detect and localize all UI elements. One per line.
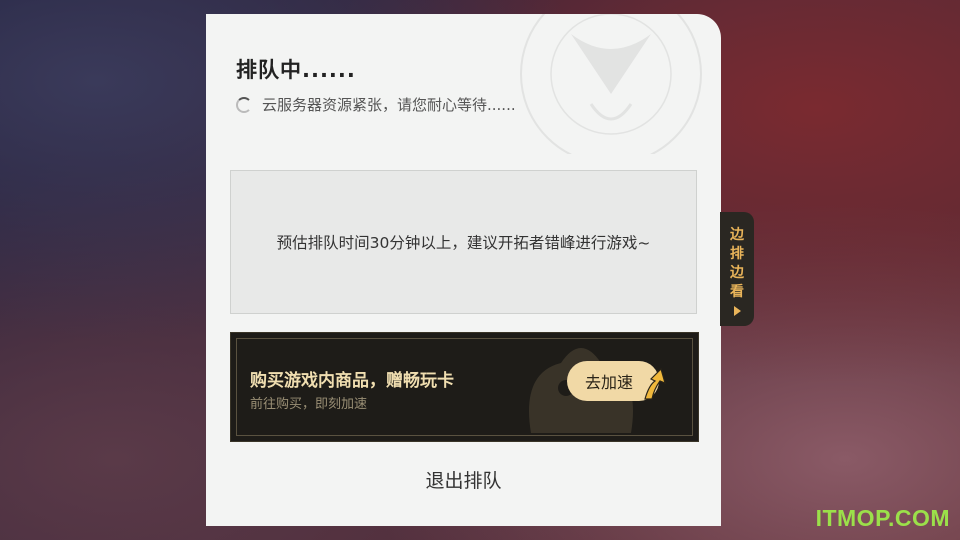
- estimate-box: 预估排队时间30分钟以上，建议开拓者错峰进行游戏~: [230, 170, 697, 314]
- status-text: 云服务器资源紧张，请您耐心等待......: [262, 96, 516, 114]
- emblem-decoration: [520, 14, 702, 154]
- accelerate-button[interactable]: 去加速: [567, 361, 666, 401]
- play-triangle-icon: [733, 306, 741, 316]
- watch-while-queue-tab[interactable]: 边 排 边 看: [720, 212, 754, 326]
- estimate-text: 预估排队时间30分钟以上，建议开拓者错峰进行游戏~: [276, 234, 651, 252]
- site-watermark: ITMOP.COM: [815, 505, 950, 531]
- queue-title: 排队中......: [236, 58, 356, 82]
- promo-banner[interactable]: 购买游戏内商品，赠畅玩卡 前往购买，即刻加速 去加速: [230, 332, 699, 442]
- promo-title: 购买游戏内商品，赠畅玩卡: [250, 371, 454, 391]
- side-tab-char: 看: [730, 284, 744, 300]
- queue-dialog: 排队中...... 云服务器资源紧张，请您耐心等待...... 预估排队时间30…: [206, 14, 721, 526]
- up-arrow-icon: [644, 367, 666, 400]
- side-tab-char: 边: [730, 265, 744, 281]
- promo-subtitle: 前往购买，即刻加速: [250, 397, 368, 412]
- side-tab-char: 边: [730, 227, 744, 243]
- exit-queue-button[interactable]: 退出排队: [206, 466, 721, 493]
- loading-spinner-icon: [236, 96, 252, 113]
- status-line: 云服务器资源紧张，请您耐心等待......: [236, 94, 516, 115]
- accelerate-button-label: 去加速: [585, 373, 634, 392]
- side-tab-char: 排: [730, 246, 744, 262]
